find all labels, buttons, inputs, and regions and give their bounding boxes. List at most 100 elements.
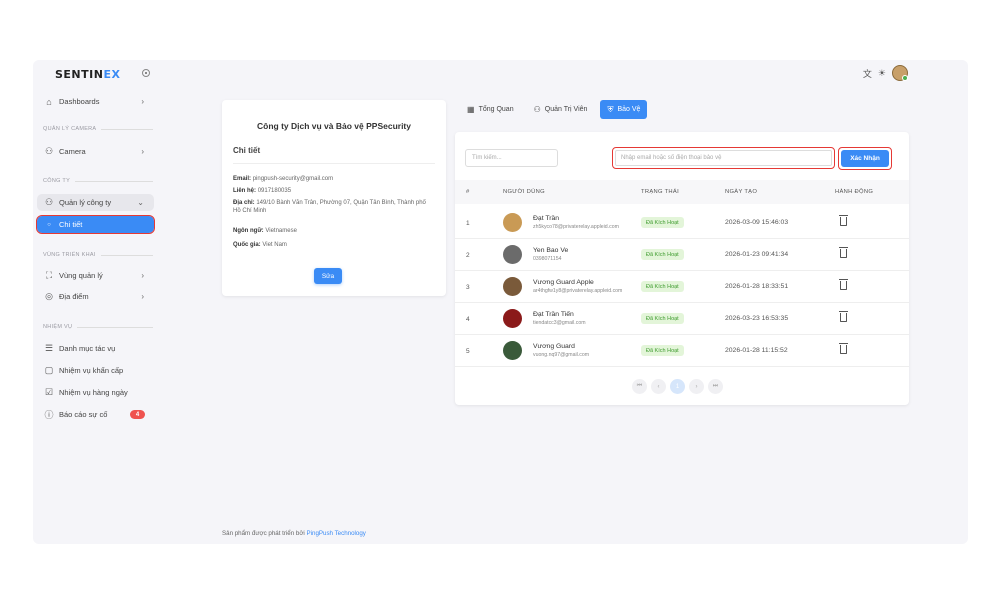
user-avatar [503,309,522,328]
sidebar-item-label: Nhiệm vụ khẩn cấp [59,366,124,375]
sidebar-item-label: Vùng quản lý [59,271,103,280]
footer-link[interactable]: PingPush Technology [307,530,366,537]
topbar-actions: 文 ☀ [863,65,908,81]
grid-icon: ▦ [467,105,475,114]
checkbox-icon: ☑ [44,387,54,397]
sun-icon[interactable]: ☀ [878,68,886,79]
sidebar-item-area-manage[interactable]: ⛶ Vùng quản lý › [37,267,154,284]
translate-icon[interactable]: 文 [863,67,872,80]
created-date: 2026-03-09 15:46:03 [725,219,789,226]
guard-contact-input-highlight: Nhập email hoặc số điện thoại bảo vệ [612,147,835,169]
user-name: Vương Guard Apple [533,279,594,286]
tab-overview[interactable]: ▦ Tổng Quan [460,100,521,119]
column-header: TRẠNG THÁI [641,189,679,195]
trash-icon[interactable] [839,311,848,322]
trash-icon[interactable] [839,279,848,290]
sidebar-item-label: Danh mục tác vụ [59,344,116,353]
search-input[interactable]: Tìm kiếm... [465,149,558,167]
user-avatar[interactable] [892,65,908,81]
next-page-button[interactable]: › [689,379,704,394]
sidebar-item-dashboards[interactable]: ⌂ Dashboards › [37,93,154,110]
trash-icon[interactable] [839,343,848,354]
app-window: SENTINEX ⌂ Dashboards › QUẢN LÝ CAMERA ⚇… [33,60,968,544]
user-avatar [503,245,522,264]
section-label-camera: QUẢN LÝ CAMERA [43,126,153,132]
tab-bar: ▦ Tổng Quan ⚇ Quản Trị Viên ⛨ Bảo Vệ [460,100,648,119]
created-date: 2026-01-28 11:15:52 [725,347,788,354]
sidebar-item-label: Chi tiết [59,220,83,229]
current-page-button[interactable]: 1 [670,379,685,394]
circle-icon: ○ [47,221,51,228]
user-name: Đạt Trần Tiến [533,311,574,318]
document-icon: ▢ [44,365,54,375]
users-icon: ⚇ [44,197,54,207]
row-index: 1 [466,220,470,227]
created-date: 2026-03-23 16:53:35 [725,315,789,322]
sidebar-item-task-catalog[interactable]: ☰ Danh mục tác vụ [37,340,154,357]
row-index: 3 [466,284,470,291]
location-icon: ◎ [45,291,53,301]
chevron-right-icon: › [141,271,144,280]
company-phone: Liên hệ: 0917180035 [233,188,292,194]
sidebar-item-label: Dashboards [59,97,100,106]
footer: Sản phẩm được phát triển bởi PingPush Te… [222,530,366,537]
home-icon: ⌂ [46,96,52,107]
row-index: 5 [466,348,470,355]
sidebar-item-label: Địa điểm [59,292,89,301]
user-email: tiendatcc3@gmail.com [533,320,586,326]
user-avatar [503,341,522,360]
list-icon: ☰ [44,343,54,353]
incident-count-badge: 4 [130,410,145,419]
company-address: Địa chỉ: 149/10 Bành Văn Trân, Phường 07… [233,200,426,214]
edit-button[interactable]: Sửa [314,268,342,284]
chevron-right-icon: › [141,97,144,106]
confirm-button[interactable]: Xác Nhận [841,150,889,167]
sidebar-item-daily-task[interactable]: ☑ Nhiệm vụ hàng ngày [37,384,154,401]
trash-icon[interactable] [839,215,848,226]
sidebar-item-camera[interactable]: ⚇ Camera › [37,143,154,160]
user-avatar [503,277,522,296]
company-title: Công ty Dịch vụ và Bảo vệ PPSecurity [257,121,411,131]
sidebar-item-detail[interactable]: ○ Chi tiết [36,215,155,234]
sidebar-item-label: Báo cáo sự cố [59,410,108,419]
company-language: Ngôn ngữ: Vietnamese [233,228,297,234]
users-icon: ⚇ [533,105,541,114]
sidebar-item-company-manage[interactable]: ⚇ Quản lý công ty ⌄ [37,194,154,211]
tab-admins[interactable]: ⚇ Quản Trị Viên [527,100,595,119]
table-row: 1 Đạt Trần zh5kyco78@privaterelay.applei… [455,207,909,239]
divider [233,163,435,164]
status-badge: Đã Kích Hoạt [641,249,684,260]
user-email: 0398071154 [533,256,562,262]
alert-circle-icon: ⓘ [44,410,54,420]
pagination: ⏮ ‹ 1 › ⏭ [632,379,723,394]
table-row: 5 Vương Guard vuong.nq97@gmail.com Đã Kí… [455,335,909,367]
shield-icon: ⛨ [607,104,614,114]
sidebar-item-location[interactable]: ◎ Địa điểm › [37,288,154,305]
company-subtitle: Chi tiết [233,146,261,155]
sidebar-item-incident-report[interactable]: ⓘ Báo cáo sự cố 4 [37,406,154,423]
row-index: 2 [466,252,470,259]
guard-contact-input[interactable]: Nhập email hoặc số điện thoại bảo vệ [615,150,832,166]
sidebar-toggle-icon[interactable] [142,69,150,77]
column-header: NGƯỜI DÙNG [503,189,545,195]
tab-guards[interactable]: ⛨ Bảo Vệ [600,100,648,119]
user-email: vuong.nq97@gmail.com [533,352,590,358]
status-badge: Đã Kích Hoạt [641,313,684,324]
prev-page-button[interactable]: ‹ [651,379,666,394]
section-label-area: VÙNG TRIỂN KHAI [43,252,153,258]
user-email: zh5kyco78@privaterelay.appleid.com [533,224,619,230]
section-label-company: CÔNG TY [43,178,153,184]
user-name: Đạt Trần [533,215,560,222]
table-row: 2 Yen Bao Ve 0398071154 Đã Kích Hoạt 202… [455,239,909,271]
trash-icon[interactable] [839,247,848,258]
sidebar-item-urgent-task[interactable]: ▢ Nhiệm vụ khẩn cấp [37,362,154,379]
column-header: # [466,189,470,195]
user-email: ar4thgfw1y8@privaterelay.appleid.com [533,288,623,294]
column-header: HÀNH ĐỘNG [835,189,874,195]
user-avatar [503,213,522,232]
table-header: # NGƯỜI DÙNG TRẠNG THÁI NGÀY TẠO HÀNH ĐỘ… [455,180,909,204]
status-badge: Đã Kích Hoạt [641,217,684,228]
sidebar-item-label: Quản lý công ty [59,198,112,207]
first-page-button[interactable]: ⏮ [632,379,647,394]
last-page-button[interactable]: ⏭ [708,379,723,394]
